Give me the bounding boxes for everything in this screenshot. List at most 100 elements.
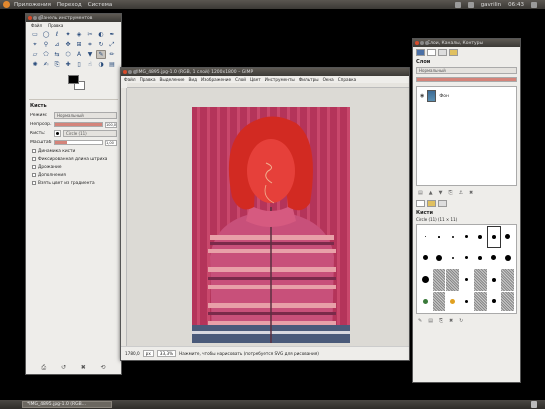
duplicate-brush-icon[interactable]: ⎘	[439, 318, 443, 324]
foreground-color-swatch[interactable]	[68, 75, 79, 84]
toolbox-titlebar[interactable]: Панель инструментов	[26, 14, 121, 22]
rotate-icon[interactable]: ↻	[96, 40, 106, 49]
brush-item[interactable]	[433, 227, 446, 247]
color-select-icon[interactable]: ◈	[74, 30, 84, 39]
brush-item[interactable]	[419, 227, 432, 247]
brush-item[interactable]	[446, 292, 459, 312]
menu-file[interactable]: Файл	[124, 77, 136, 82]
opacity-value[interactable]: 100,0	[105, 121, 117, 128]
brush-item[interactable]	[488, 292, 501, 312]
menu-filters[interactable]: Фильтры	[299, 77, 319, 82]
perspective-icon[interactable]: ⬠	[41, 50, 51, 59]
paths-icon[interactable]: ✒	[107, 30, 117, 39]
lower-layer-icon[interactable]: ▼	[439, 190, 443, 196]
layers-tab[interactable]	[427, 49, 436, 56]
scissors-icon[interactable]: ✂	[85, 30, 95, 39]
network-icon[interactable]	[454, 1, 461, 8]
rect-select-icon[interactable]: ▭	[30, 30, 40, 39]
cage-icon[interactable]: ⬡	[63, 50, 73, 59]
text-icon[interactable]: A	[74, 50, 84, 59]
menu-places[interactable]: Переход	[57, 2, 82, 8]
brush-item[interactable]	[446, 248, 459, 269]
maximize-icon[interactable]	[133, 69, 137, 74]
brush-item[interactable]	[501, 248, 514, 269]
zoom-icon[interactable]: ⚲	[41, 40, 51, 49]
paths-tab[interactable]	[449, 49, 458, 56]
duplicate-layer-icon[interactable]: ⎘	[448, 190, 452, 196]
ink-icon[interactable]: ✍	[41, 60, 51, 69]
brush-item[interactable]	[460, 227, 473, 247]
brush-item[interactable]	[488, 269, 501, 291]
visibility-eye-icon[interactable]: ◉	[420, 93, 424, 99]
brush-item[interactable]	[474, 227, 487, 247]
close-icon[interactable]	[415, 40, 419, 45]
raise-layer-icon[interactable]: ▲	[429, 190, 433, 196]
new-brush-icon[interactable]: ▤	[428, 318, 433, 324]
menu-windows[interactable]: Окна	[323, 77, 334, 82]
minimize-icon[interactable]	[420, 40, 424, 45]
reset-options-icon[interactable]: ⟲	[101, 364, 106, 372]
brush-item[interactable]	[486, 226, 502, 248]
layer-mode-select[interactable]: Нормальный	[416, 67, 517, 74]
brush-item[interactable]	[433, 248, 446, 269]
checkbox[interactable]	[32, 149, 36, 153]
brush-item[interactable]	[460, 269, 473, 291]
brush-item[interactable]	[473, 269, 487, 291]
bucket-fill-icon[interactable]: ▼	[85, 50, 95, 59]
save-options-icon[interactable]: ⎙	[41, 364, 46, 372]
layer-name[interactable]: Фон	[439, 94, 449, 99]
brush-item[interactable]	[473, 291, 487, 311]
fuzzy-select-icon[interactable]: ✦	[63, 30, 73, 39]
crop-icon[interactable]: ⌗	[85, 40, 95, 49]
unit-select[interactable]: px	[142, 350, 154, 357]
brush-item[interactable]	[460, 292, 473, 312]
brush-item[interactable]	[488, 248, 501, 269]
brush-item[interactable]	[419, 292, 432, 312]
restore-options-icon[interactable]: ↺	[61, 364, 66, 372]
maximize-icon[interactable]	[425, 40, 429, 45]
layer-row[interactable]: ◉ Фон	[417, 88, 516, 104]
volume-icon[interactable]	[467, 1, 474, 8]
brushes-tab[interactable]	[416, 200, 425, 207]
image-tab[interactable]	[416, 49, 425, 56]
brush-item[interactable]	[474, 248, 487, 269]
scale-value[interactable]: 1,00	[105, 139, 117, 146]
toolbox-menu-file[interactable]: Файл	[31, 23, 42, 28]
opacity-slider[interactable]	[54, 122, 103, 127]
brush-item[interactable]	[432, 269, 446, 291]
maximize-icon[interactable]	[38, 15, 42, 20]
zoom-select[interactable]: 33,3%	[156, 350, 177, 357]
power-icon[interactable]	[531, 1, 537, 8]
image-titlebar[interactable]: *IMG_4895.jpg-1.0 (RGB, 1 слой) 1200x180…	[121, 68, 409, 76]
pencil-icon[interactable]: ✏	[107, 50, 117, 59]
delete-brush-icon[interactable]: ✖	[449, 318, 453, 324]
minimize-icon[interactable]	[128, 69, 132, 74]
gradients-tab[interactable]	[438, 200, 447, 207]
delete-options-icon[interactable]: ✖	[81, 364, 86, 372]
scale-slider[interactable]	[54, 140, 103, 145]
brush-item[interactable]	[419, 248, 432, 269]
dodge-burn-icon[interactable]: ◑	[96, 60, 106, 69]
ubuntu-logo-icon[interactable]	[3, 1, 10, 8]
brush-item[interactable]	[460, 248, 473, 269]
color-picker-icon[interactable]: ⌖	[30, 40, 40, 49]
align-icon[interactable]: ⊞	[74, 40, 84, 49]
menu-image[interactable]: Изображение	[201, 77, 231, 82]
taskbar-gimp-button[interactable]: *IMG_4895.jpg-1.0 (RGB...	[22, 401, 112, 408]
menu-colors[interactable]: Цвет	[250, 77, 261, 82]
dock-titlebar[interactable]: Слои, Каналы, Контуры	[413, 39, 520, 47]
ellipse-select-icon[interactable]: ◯	[41, 30, 51, 39]
menu-edit[interactable]: Правка	[140, 77, 156, 82]
delete-layer-icon[interactable]: ✖	[469, 190, 473, 196]
menu-layer[interactable]: Слой	[235, 77, 246, 82]
edit-brush-icon[interactable]: ✎	[418, 318, 422, 324]
eraser-icon[interactable]: ▯	[74, 60, 84, 69]
anchor-layer-icon[interactable]: ⚓	[458, 190, 462, 196]
brush-item[interactable]	[446, 227, 459, 247]
close-icon[interactable]	[123, 69, 127, 74]
brush-item[interactable]	[501, 227, 514, 247]
brush-item[interactable]	[446, 269, 460, 291]
flip-icon[interactable]: ⇆	[52, 50, 62, 59]
menu-select[interactable]: Выделение	[160, 77, 185, 82]
minimize-icon[interactable]	[33, 15, 37, 20]
